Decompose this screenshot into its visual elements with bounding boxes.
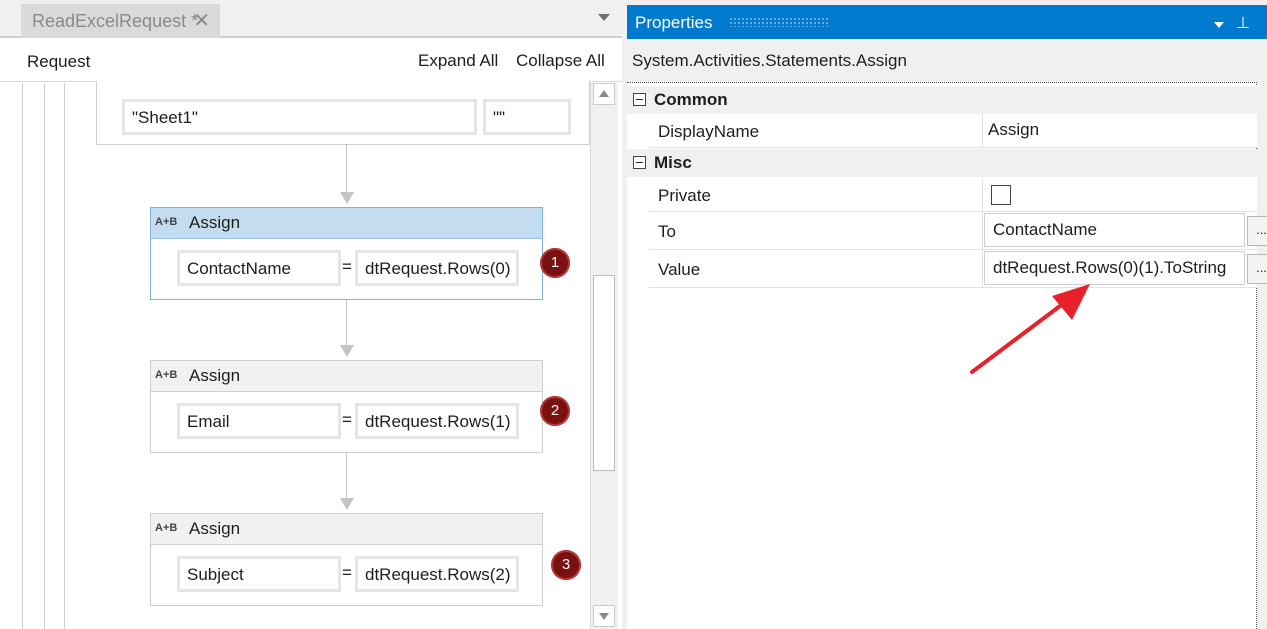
properties-panel: Properties ⊥ System.Activities.Statement… [627, 0, 1267, 629]
property-row-value[interactable]: Value dtRequest.Rows(0)(1).ToString ... [649, 250, 1267, 288]
assign-icon: A+B [155, 522, 178, 534]
sequence-border-line [64, 83, 65, 629]
category-common[interactable]: Common [627, 86, 1257, 114]
tab-dropdown-icon[interactable] [598, 14, 610, 21]
range-field[interactable]: "" [483, 99, 571, 135]
close-icon[interactable]: ✕ [193, 8, 210, 33]
document-tab-title: ReadExcelRequest * [32, 11, 199, 31]
flow-connector [346, 145, 347, 195]
category-label: Common [654, 90, 728, 109]
private-checkbox[interactable] [991, 185, 1011, 205]
scroll-up-icon [599, 90, 609, 97]
annotation-arrow-head [1052, 284, 1090, 320]
property-row-to[interactable]: To ContactName ... [649, 212, 1267, 250]
sequence-border-line [44, 83, 45, 629]
drag-grip[interactable] [729, 17, 829, 27]
designer-canvas[interactable]: "Sheet1" "" A+B Assign ContactName = dtR… [0, 81, 590, 629]
column-divider [982, 212, 983, 249]
assign-value-field[interactable]: dtRequest.Rows(0) [355, 250, 519, 286]
collapse-all-link[interactable]: Collapse All [516, 51, 605, 71]
step-badge: 1 [540, 248, 570, 278]
assign-activity-subject[interactable]: A+B Assign Subject = dtRequest.Rows(2) [150, 513, 543, 606]
assign-to-field[interactable]: ContactName [177, 250, 341, 286]
sheet-name-field[interactable]: "Sheet1" [122, 99, 477, 135]
activity-title: Assign [189, 366, 241, 385]
assign-icon: A+B [155, 369, 178, 381]
scroll-up-button[interactable] [593, 83, 615, 105]
property-row-private[interactable]: Private [649, 178, 1257, 212]
annotation-arrow-shaft [970, 298, 1070, 374]
flow-arrow-icon [340, 345, 354, 357]
step-badge: 2 [540, 396, 570, 426]
assign-activity-email[interactable]: A+B Assign Email = dtRequest.Rows(1) [150, 360, 543, 453]
property-label: To [658, 222, 676, 241]
property-label: DisplayName [658, 122, 760, 141]
scroll-down-button[interactable] [593, 605, 615, 627]
to-expression-button[interactable]: ... [1247, 216, 1267, 246]
collapse-icon[interactable] [633, 156, 646, 169]
assign-to-field[interactable]: Subject [177, 556, 341, 592]
equals-sign: = [342, 410, 352, 429]
column-divider [982, 178, 983, 211]
pin-icon[interactable]: ⊥ [1236, 13, 1250, 33]
assign-activity-contactname[interactable]: A+B Assign ContactName = dtRequest.Rows(… [150, 207, 543, 300]
annotation-arrow-icon [970, 284, 1090, 374]
assign-icon: A+B [155, 216, 178, 228]
properties-title: Properties [635, 13, 713, 32]
scrollbar-thumb[interactable] [593, 275, 615, 471]
property-grid: Common DisplayName Assign Misc Private T… [627, 82, 1267, 629]
document-tab-strip: ReadExcelRequest * ✕ [0, 0, 622, 38]
properties-title-bar[interactable]: Properties ⊥ [627, 5, 1267, 39]
property-row-displayname[interactable]: DisplayName Assign [649, 114, 1257, 148]
flow-arrow-icon [340, 498, 354, 510]
collapse-icon[interactable] [633, 93, 646, 106]
flow-connector [346, 451, 347, 501]
assign-to-field[interactable]: Email [177, 403, 341, 439]
activity-header[interactable]: A+B Assign [151, 208, 542, 239]
previous-activity[interactable]: "Sheet1" "" [96, 81, 590, 145]
assign-value-field[interactable]: dtRequest.Rows(2) [355, 556, 519, 592]
equals-sign: = [342, 257, 352, 276]
property-label: Value [658, 260, 701, 279]
activity-title: Assign [189, 519, 241, 538]
breadcrumb-bar: Request Expand All Collapse All [0, 40, 622, 82]
activity-title: Assign [189, 213, 241, 232]
workflow-designer: ReadExcelRequest * ✕ Request Expand All … [0, 0, 622, 629]
breadcrumb[interactable]: Request [27, 52, 90, 72]
scroll-down-icon [599, 613, 609, 620]
category-label: Misc [654, 153, 692, 172]
designer-scrollbar[interactable] [590, 83, 618, 629]
sequence-border-line [22, 83, 23, 629]
to-input[interactable]: ContactName [984, 213, 1245, 247]
assign-value-field[interactable]: dtRequest.Rows(1) [355, 403, 519, 439]
document-tab[interactable]: ReadExcelRequest * ✕ [21, 4, 220, 38]
flow-connector [346, 298, 347, 348]
expand-all-link[interactable]: Expand All [418, 51, 498, 71]
property-label: Private [658, 186, 711, 205]
equals-sign: = [342, 563, 352, 582]
value-expression-button[interactable]: ... [1247, 254, 1267, 284]
step-badge: 3 [551, 550, 581, 580]
displayname-value[interactable]: Assign [988, 120, 1039, 140]
category-misc[interactable]: Misc [627, 149, 1257, 177]
activity-header[interactable]: A+B Assign [151, 361, 542, 392]
selected-object-type: System.Activities.Statements.Assign [632, 51, 907, 70]
dropdown-icon[interactable] [1214, 22, 1224, 28]
flow-arrow-icon [340, 192, 354, 204]
column-divider [982, 114, 983, 147]
activity-header[interactable]: A+B Assign [151, 514, 542, 545]
